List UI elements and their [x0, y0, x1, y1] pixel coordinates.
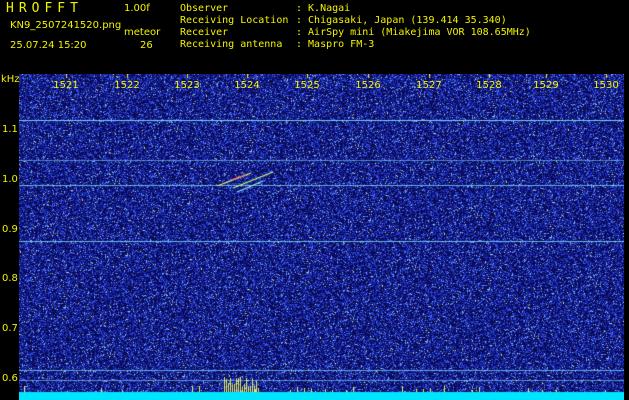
freq-label: 1530 [593, 80, 619, 91]
location-value: : Chigasaki, Japan (139.414 35.340) [296, 15, 507, 26]
spectrogram-canvas[interactable] [19, 74, 624, 400]
observer-label: Observer [180, 3, 229, 14]
freq-label: 1524 [234, 80, 260, 91]
antenna-value: : Maspro FM-3 [296, 39, 375, 50]
freq-label: 1521 [53, 80, 79, 91]
khz-label: 0.9 [2, 224, 18, 235]
antenna-label: Receiving antenna [180, 39, 283, 50]
freq-label: 1526 [355, 80, 381, 91]
right-border [624, 74, 629, 400]
file-name: KN9_2507241520.png [10, 20, 122, 31]
khz-label: 0.6 [2, 373, 18, 384]
receiver-label: Receiver [180, 27, 229, 38]
meteor-count: 26 [140, 40, 153, 51]
freq-label: 1523 [174, 80, 200, 91]
khz-label: 1.1 [2, 124, 18, 135]
freq-label: 1525 [294, 80, 320, 91]
freq-label: 1522 [114, 80, 140, 91]
date-time: 25.07.24 15:20 [10, 40, 87, 51]
observer-value: : K.Nagai [296, 3, 351, 14]
mode-label: meteor [124, 27, 161, 38]
app-title: HROFFT [6, 1, 83, 16]
location-label: Receiving Location [180, 15, 289, 26]
khz-label: 0.7 [2, 323, 18, 334]
khz-label: 0.8 [2, 273, 18, 284]
freq-label: 1529 [533, 80, 559, 91]
app-version: 1.00f [124, 3, 150, 14]
khz-label: 1.0 [2, 174, 18, 185]
unit-label: kHz [1, 74, 20, 85]
freq-label: 1527 [416, 80, 442, 91]
receiver-value: : AirSpy mini (Miakejima VOR 108.65MHz) [296, 27, 531, 38]
freq-label: 1528 [476, 80, 502, 91]
